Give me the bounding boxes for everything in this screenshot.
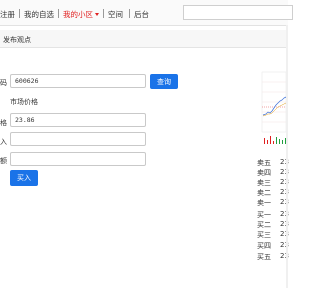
ask2-label: 卖二 bbox=[257, 189, 271, 197]
nav-register-link[interactable]: 注册 bbox=[0, 9, 15, 20]
nav-admin-link[interactable]: 后台 bbox=[134, 9, 149, 20]
nav-my-watchlist-link[interactable]: 我的自选 bbox=[24, 9, 54, 20]
nav-divider bbox=[129, 9, 130, 18]
buy-button[interactable]: 买入 bbox=[10, 170, 38, 186]
bid5-label: 买五 bbox=[257, 253, 271, 261]
nav-divider bbox=[58, 9, 59, 18]
ask3-label: 卖三 bbox=[257, 179, 271, 187]
ask4-label: 卖四 bbox=[257, 169, 271, 177]
scrollbar[interactable] bbox=[286, 25, 288, 288]
stock-code-input[interactable] bbox=[10, 74, 146, 88]
bid2-label: 买二 bbox=[257, 221, 271, 229]
nav-my-community-link[interactable]: 我的小区 bbox=[63, 9, 93, 20]
bid3-label: 买三 bbox=[257, 231, 271, 239]
top-navigation: 注册 我的自选 我的小区 空间 后台 bbox=[0, 0, 293, 26]
stock-code-label: 码 bbox=[0, 79, 7, 87]
query-button[interactable]: 查询 bbox=[150, 74, 178, 89]
intraday-chart-thumbnail bbox=[261, 71, 287, 144]
nav-divider bbox=[19, 9, 20, 18]
chevron-down-icon[interactable] bbox=[95, 13, 99, 16]
price-label: 格 bbox=[0, 119, 7, 127]
amount-input[interactable] bbox=[10, 132, 146, 146]
total-label: 额 bbox=[0, 157, 7, 165]
nav-space-link[interactable]: 空间 bbox=[108, 9, 123, 20]
price-input[interactable] bbox=[10, 113, 146, 127]
bid1-label: 买一 bbox=[257, 211, 271, 219]
bid4-label: 买四 bbox=[257, 242, 271, 250]
ask5-label: 卖五 bbox=[257, 159, 271, 167]
price-type-text: 市场价格 bbox=[10, 98, 38, 106]
ask1-label: 卖一 bbox=[257, 199, 271, 207]
nav-divider bbox=[103, 9, 104, 18]
sub-toolbar: 发布观点 bbox=[0, 30, 288, 48]
amount-label: 入 bbox=[0, 138, 7, 146]
total-input[interactable] bbox=[10, 152, 146, 166]
search-input[interactable] bbox=[183, 5, 293, 20]
publish-opinion-link[interactable]: 发布观点 bbox=[3, 35, 31, 45]
